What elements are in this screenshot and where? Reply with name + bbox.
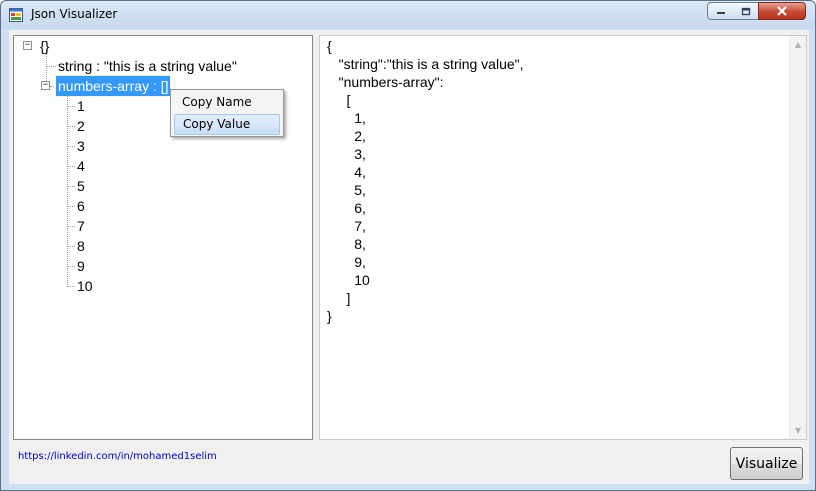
tree-connector xyxy=(67,106,75,107)
tree-context-menu: Copy Name Copy Value xyxy=(170,89,284,137)
window-title: Json Visualizer xyxy=(31,7,118,21)
close-button[interactable] xyxy=(758,2,806,20)
tree-connector xyxy=(46,66,56,67)
minimize-button[interactable] xyxy=(707,2,734,20)
tree-connector xyxy=(67,126,75,127)
tree-connector xyxy=(67,226,75,227)
tree-node-array-item[interactable]: 1 xyxy=(75,96,87,116)
app-window-icon xyxy=(9,8,23,22)
tree-node-root[interactable]: {} xyxy=(38,36,51,56)
tree-connector xyxy=(67,246,75,247)
tree-connector xyxy=(67,166,75,167)
vertical-scrollbar[interactable]: ▲ ▼ xyxy=(789,36,806,439)
minimize-icon xyxy=(716,12,725,14)
maximize-button[interactable] xyxy=(733,2,759,20)
tree-connector xyxy=(67,286,75,287)
tree-node-array-item[interactable]: 10 xyxy=(75,276,95,296)
scroll-up-arrow-icon[interactable]: ▲ xyxy=(790,36,806,53)
tree-node-array-item[interactable]: 4 xyxy=(75,156,87,176)
app-window: Json Visualizer − {} string: "this is a… xyxy=(0,0,816,491)
tree-node-array-item[interactable]: 3 xyxy=(75,136,87,156)
collapse-numbers-array-toggle[interactable]: − xyxy=(41,81,50,90)
tree-connector xyxy=(67,92,68,287)
json-text-content[interactable]: { "string":"this is a string value", "nu… xyxy=(327,37,524,325)
client-area: − {} string : "this is a string value" −… xyxy=(9,30,809,484)
json-text-view[interactable]: { "string":"this is a string value", "nu… xyxy=(319,35,807,440)
tree-connector xyxy=(67,186,75,187)
menu-item-copy-name[interactable]: Copy Name xyxy=(174,92,280,113)
tree-node-array-item[interactable]: 7 xyxy=(75,216,87,236)
tree-connector xyxy=(67,206,75,207)
tree-node-array-item[interactable]: 2 xyxy=(75,116,87,136)
menu-item-copy-value[interactable]: Copy Value xyxy=(174,114,280,135)
tree-node-array-item[interactable]: 6 xyxy=(75,196,87,216)
tree-node-array-item[interactable]: 9 xyxy=(75,256,87,276)
tree-node-numbers-array[interactable]: numbers-array : [] xyxy=(54,75,172,97)
scroll-down-arrow-icon[interactable]: ▼ xyxy=(790,422,806,439)
tree-node-array-item[interactable]: 8 xyxy=(75,236,87,256)
collapse-root-toggle[interactable]: − xyxy=(23,41,32,50)
close-icon xyxy=(777,6,787,16)
tree-node-string[interactable]: string : "this is a string value" xyxy=(56,56,239,76)
tree-connector xyxy=(67,266,75,267)
visualize-button[interactable]: Visualize xyxy=(730,447,803,480)
maximize-icon xyxy=(741,7,750,15)
tree-node-array-item[interactable]: 5 xyxy=(75,176,87,196)
tree-connector xyxy=(67,146,75,147)
linkedin-link[interactable]: https://linkedin.com/in/mohamed1selim xyxy=(18,451,217,462)
title-bar[interactable]: Json Visualizer xyxy=(1,1,815,29)
